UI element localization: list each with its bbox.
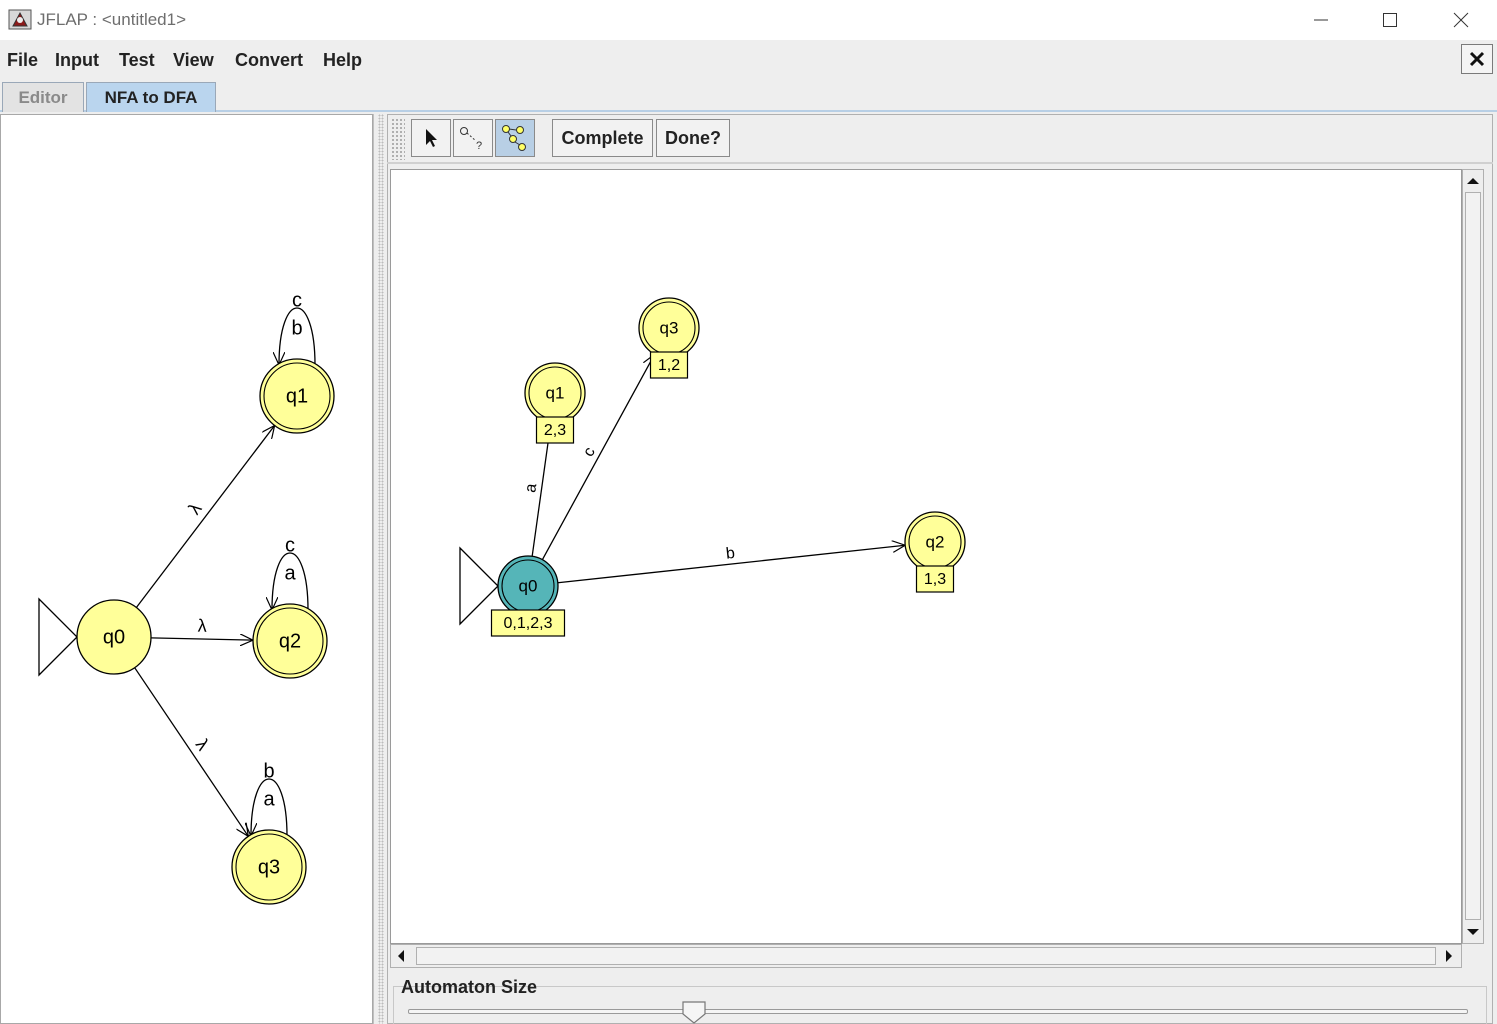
nfa-transition-label: c — [292, 289, 302, 311]
state-set-label: 0,1,2,3 — [490, 609, 566, 637]
state-label: q3 — [660, 318, 679, 337]
nfa-transition-label: a — [263, 788, 275, 810]
graph-layer: λλλcbcabaq0q1q2q3 acbq00,1,2,3q12,3q21,3… — [38, 289, 966, 905]
nfa-transition-q0-q2[interactable] — [150, 638, 253, 640]
nfa-transition-label: c — [285, 534, 295, 556]
nfa-transition-q0-q3[interactable] — [134, 667, 249, 837]
dfa-diagram: a c b q0 0,1,2,3 q1 2,3 q2 1,3 q3 1,2 — [459, 297, 966, 637]
nfa-transition-label: b — [263, 760, 274, 782]
state-dfa-q0[interactable]: q0 — [497, 555, 559, 617]
state-label: q1 — [546, 383, 565, 402]
dfa-transition-label: b — [725, 545, 736, 563]
nfa-transition-label: λ — [198, 616, 207, 636]
state-set-label: 1,3 — [915, 565, 955, 593]
state-set-text: 0,1,2,3 — [504, 615, 553, 632]
state-label: q3 — [258, 856, 280, 878]
nfa-transition-label: b — [291, 317, 302, 339]
state-label: q2 — [926, 532, 945, 551]
initial-state-arrow — [38, 597, 78, 677]
state-label: q0 — [519, 576, 538, 595]
state-label: q2 — [279, 630, 301, 652]
state-label: q1 — [286, 385, 308, 407]
nfa-transition-label: λ — [192, 735, 214, 754]
nfa-transition-label: λ — [184, 499, 205, 518]
state-nfa-q2[interactable]: q2 — [252, 603, 328, 679]
dfa-transition-label: a — [522, 482, 540, 493]
state-set-text: 1,3 — [924, 571, 946, 588]
state-set-label: 2,3 — [535, 416, 575, 444]
state-label: q0 — [103, 626, 125, 648]
nfa-diagram: λλλcbcabaq0q1q2q3 — [38, 289, 335, 905]
state-set-text: 1,2 — [658, 357, 680, 374]
state-nfa-q0[interactable]: q0 — [76, 599, 152, 675]
nfa-transition-q0-q1[interactable] — [135, 425, 274, 608]
dfa-transition-label: c — [580, 444, 599, 459]
state-nfa-q1[interactable]: q1 — [259, 358, 335, 434]
state-dfa-q3[interactable]: q3 — [638, 297, 700, 359]
state-set-text: 2,3 — [544, 422, 566, 439]
state-nfa-q3[interactable]: q3 — [231, 829, 307, 905]
state-dfa-q2[interactable]: q2 — [904, 511, 966, 573]
nfa-transition-label: a — [284, 562, 296, 584]
state-dfa-q1[interactable]: q1 — [524, 362, 586, 424]
state-set-label: 1,2 — [649, 351, 689, 379]
